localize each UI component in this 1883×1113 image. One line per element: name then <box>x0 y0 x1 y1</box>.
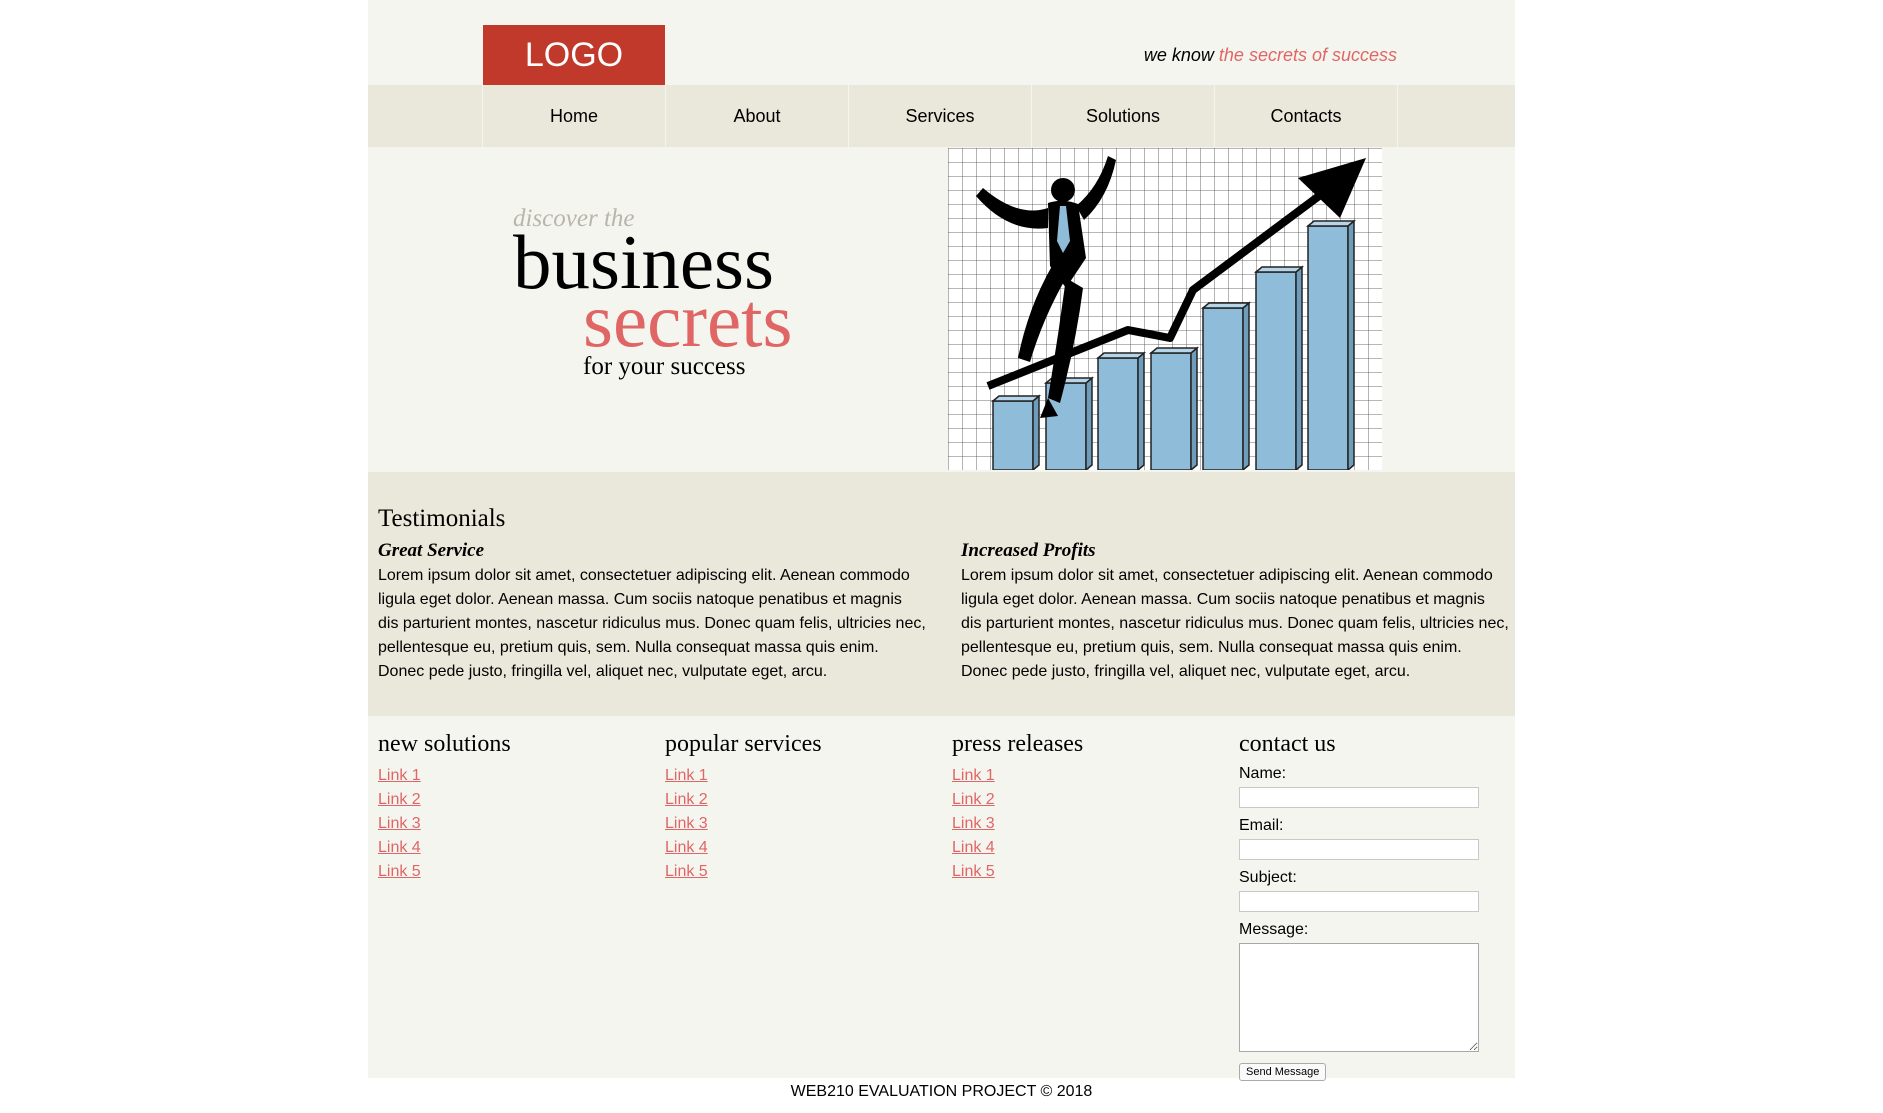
link-1[interactable]: Link 1 <box>665 767 708 784</box>
link-4[interactable]: Link 4 <box>952 839 995 856</box>
link-1[interactable]: Link 1 <box>378 767 421 784</box>
name-field[interactable] <box>1239 787 1479 808</box>
testimonial-great-service: Great Service Lorem ipsum dolor sit amet… <box>378 540 926 684</box>
column-title: press releases <box>952 731 1084 757</box>
page-container: LOGO we know the secrets of success Home… <box>368 0 1515 1081</box>
nav-item-contacts[interactable]: Contacts <box>1214 85 1398 147</box>
subject-label: Subject: <box>1239 869 1297 886</box>
nav-label: About <box>733 105 781 126</box>
contact-form: contact us Name: Email: Subject: Message… <box>1239 730 1479 1081</box>
subject-field[interactable] <box>1239 891 1479 912</box>
column-popular-services: popular services Link 1 Link 2 Link 3 Li… <box>665 730 822 884</box>
footer-text: WEB210 EVALUATION PROJECT © 2018 <box>790 1083 1093 1100</box>
column-press-releases: press releases Link 1 Link 2 Link 3 Link… <box>952 730 1083 884</box>
nav-item-solutions[interactable]: Solutions <box>1031 85 1214 147</box>
nav-label: Home <box>549 105 598 126</box>
email-field[interactable] <box>1239 839 1479 860</box>
contact-title: contact us <box>1239 731 1336 757</box>
send-message-button[interactable]: Send Message <box>1239 1063 1327 1081</box>
link-5[interactable]: Link 5 <box>952 863 995 880</box>
nav-label: Services <box>905 105 975 126</box>
link-1[interactable]: Link 1 <box>952 767 995 784</box>
link-4[interactable]: Link 4 <box>665 839 708 856</box>
link-2[interactable]: Link 2 <box>378 791 421 808</box>
nav-label: Contacts <box>1270 105 1342 126</box>
message-field[interactable] <box>1239 943 1479 1052</box>
link-4[interactable]: Link 4 <box>378 839 421 856</box>
link-3[interactable]: Link 3 <box>952 815 995 832</box>
nav-item-about[interactable]: About <box>665 85 848 147</box>
nav-item-home[interactable]: Home <box>482 85 665 147</box>
main-nav: Home About Services Solutions Contacts <box>368 85 1515 147</box>
email-label: Email: <box>1239 817 1284 834</box>
testimonial-heading: Increased Profits <box>961 540 1096 561</box>
testimonials-section: Testimonials Great Service Lorem ipsum d… <box>368 472 1515 716</box>
testimonial-increased-profits: Increased Profits Lorem ipsum dolor sit … <box>961 540 1509 684</box>
message-label: Message: <box>1239 921 1309 938</box>
tagline-accent: the secrets of success <box>1218 45 1397 65</box>
hero-line-secrets: secrets <box>583 277 793 363</box>
hero-headline: discover the business secrets for your s… <box>513 205 793 381</box>
link-3[interactable]: Link 3 <box>378 815 421 832</box>
testimonial-heading: Great Service <box>378 540 485 561</box>
testimonials-title: Testimonials <box>378 505 506 532</box>
nav-item-services[interactable]: Services <box>848 85 1031 147</box>
tagline-prefix: we know <box>1143 45 1219 65</box>
link-2[interactable]: Link 2 <box>665 791 708 808</box>
logo-text: LOGO <box>524 35 624 74</box>
testimonial-text: Lorem ipsum dolor sit amet, consectetuer… <box>961 567 1509 680</box>
link-3[interactable]: Link 3 <box>665 815 708 832</box>
tagline: we know the secrets of success <box>1144 45 1397 66</box>
business-success-illustration <box>948 148 1382 470</box>
nav-label: Solutions <box>1085 105 1161 126</box>
logo[interactable]: LOGO <box>483 25 665 85</box>
name-label: Name: <box>1239 765 1287 782</box>
link-5[interactable]: Link 5 <box>378 863 421 880</box>
column-title: new solutions <box>378 731 511 757</box>
link-5[interactable]: Link 5 <box>665 863 708 880</box>
testimonial-text: Lorem ipsum dolor sit amet, consectetuer… <box>378 567 926 680</box>
column-title: popular services <box>665 731 822 757</box>
column-new-solutions: new solutions Link 1 Link 2 Link 3 Link … <box>378 730 511 884</box>
link-2[interactable]: Link 2 <box>952 791 995 808</box>
